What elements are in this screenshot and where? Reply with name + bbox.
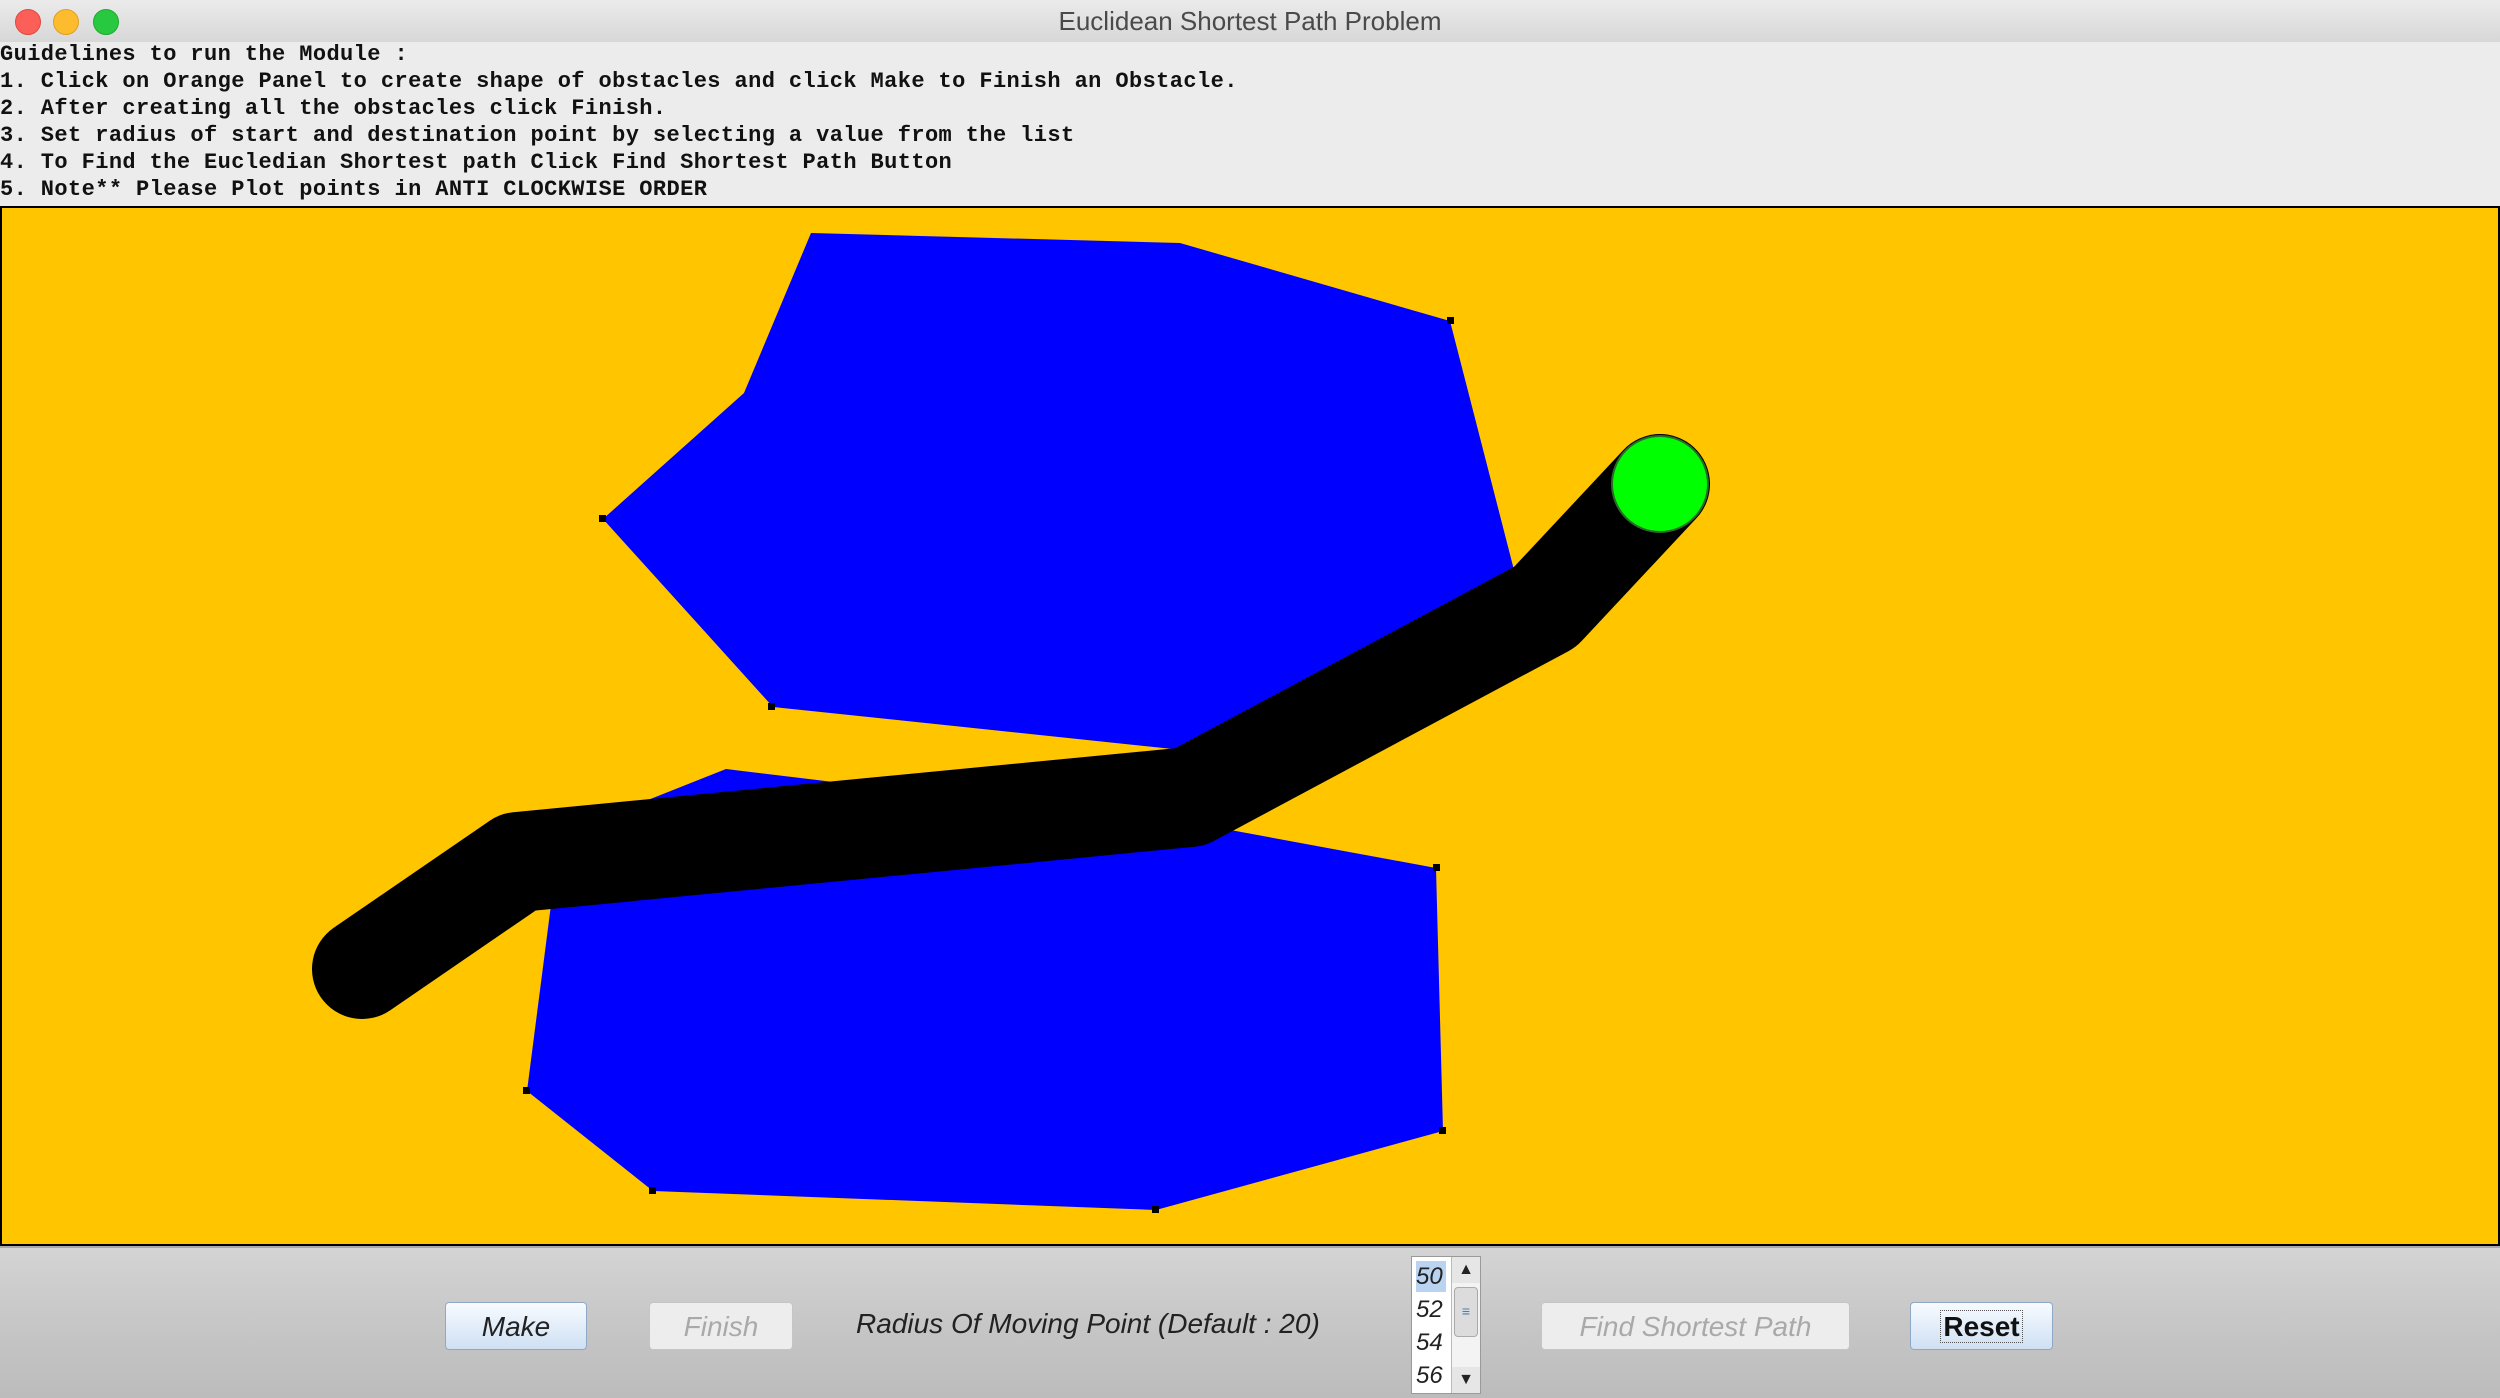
finish-button[interactable]: Finish bbox=[649, 1302, 793, 1350]
guideline-step-1: 1. Click on Orange Panel to create shape… bbox=[0, 69, 1238, 94]
radius-option[interactable]: 50 bbox=[1416, 1261, 1446, 1292]
scroll-thumb[interactable]: ≡ bbox=[1454, 1287, 1478, 1337]
radius-option[interactable]: 56 bbox=[1416, 1360, 1446, 1391]
radius-label: Radius Of Moving Point (Default : 20) bbox=[856, 1308, 1320, 1339]
moving-point bbox=[1611, 435, 1709, 533]
window-title: Euclidean Shortest Path Problem bbox=[1058, 6, 1442, 36]
find-shortest-path-button[interactable]: Find Shortest Path bbox=[1541, 1302, 1850, 1350]
make-button[interactable]: Make bbox=[445, 1302, 587, 1350]
radius-option[interactable]: 54 bbox=[1416, 1327, 1446, 1358]
guideline-step-3: 3. Set radius of start and destination p… bbox=[0, 123, 1075, 148]
control-bar: Make Finish Radius Of Moving Point (Defa… bbox=[0, 1246, 2500, 1398]
radius-list[interactable]: 50 52 54 56 ▲ ≡ ▼ bbox=[1411, 1256, 1481, 1394]
radius-option[interactable]: 52 bbox=[1416, 1294, 1446, 1325]
title-bar: Euclidean Shortest Path Problem bbox=[0, 0, 2500, 43]
scroll-down-arrow-icon[interactable]: ▼ bbox=[1452, 1367, 1480, 1393]
reset-button-label: Reset bbox=[1940, 1310, 2023, 1343]
drawing-panel[interactable] bbox=[0, 206, 2500, 1246]
guideline-step-2: 2. After creating all the obstacles clic… bbox=[0, 96, 667, 121]
guideline-step-5: 5. Note** Please Plot points in ANTI CLO… bbox=[0, 177, 708, 202]
reset-button[interactable]: Reset bbox=[1910, 1302, 2053, 1350]
radius-list-scrollbar[interactable]: ▲ ≡ ▼ bbox=[1451, 1257, 1480, 1393]
guidelines-panel: Guidelines to run the Module : 1. Click … bbox=[0, 42, 2500, 206]
guideline-step-4: 4. To Find the Eucledian Shortest path C… bbox=[0, 150, 953, 175]
guideline-heading: Guidelines to run the Module : bbox=[0, 42, 409, 67]
scroll-up-arrow-icon[interactable]: ▲ bbox=[1452, 1257, 1480, 1283]
